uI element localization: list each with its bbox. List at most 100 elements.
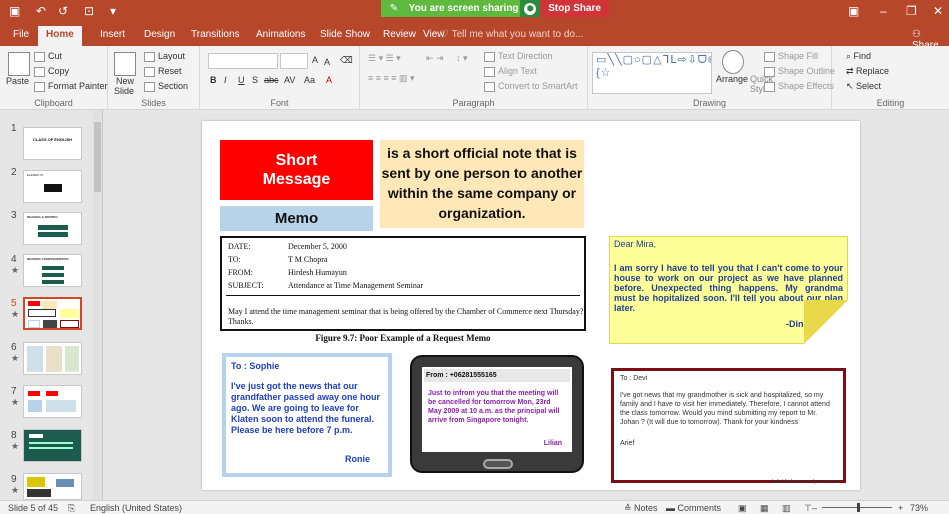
slide-thumbnail-1[interactable]: CLASS OF ENGLISH [23, 127, 82, 160]
find-button[interactable]: ⌕ Find [846, 51, 871, 62]
shadow-button[interactable]: S [252, 75, 258, 85]
new-slide-button[interactable]: New [116, 76, 134, 86]
redo-icon[interactable]: ↺ [58, 4, 68, 18]
cut-button[interactable]: Cut [34, 51, 62, 62]
short-message-box[interactable]: Short Message [220, 140, 373, 200]
shape-outline-button[interactable]: Shape Outline [764, 66, 835, 77]
line-spacing-icon[interactable]: ↕ ▾ [456, 53, 468, 64]
spellcheck-icon[interactable]: ⎘ [68, 503, 75, 514]
tab-insert[interactable]: Insert [100, 29, 125, 40]
close-icon[interactable]: ✕ [933, 4, 943, 18]
shield-icon[interactable]: ⬢ [524, 2, 537, 15]
arrange-button[interactable]: Arrange [716, 74, 748, 84]
zoom-in-icon[interactable]: + [898, 503, 903, 513]
quick-styles-icon[interactable] [722, 50, 744, 74]
clear-format-icon[interactable]: ⌫ [340, 55, 353, 66]
stop-share-button[interactable]: Stop Share [540, 0, 609, 17]
grow-font-button[interactable]: A [312, 55, 318, 65]
thumbnail-scrollbar[interactable] [93, 110, 102, 500]
sophie-recipient: To : Sophie [231, 361, 280, 371]
memo-label-box[interactable]: Memo [220, 206, 373, 231]
slide-thumbnail-5[interactable] [23, 297, 82, 330]
align-text-button[interactable]: Align Text [484, 66, 537, 77]
font-group-label: Font [270, 98, 289, 108]
pencil-icon[interactable]: ✎ [381, 0, 407, 17]
notes-button[interactable]: ≙ Notes [624, 503, 658, 514]
section-button[interactable]: Section [144, 81, 188, 92]
customize-qat-icon[interactable]: ▾ [110, 4, 116, 18]
slide-thumbnail-6[interactable] [23, 342, 82, 375]
align-icons[interactable]: ≡ ≡ ≡ ≡ ▥ ▾ [368, 73, 415, 84]
shrink-font-button[interactable]: A [324, 57, 330, 67]
tab-home[interactable]: Home [38, 26, 82, 46]
slide-thumbnail-9[interactable] [23, 473, 82, 500]
comments-button[interactable]: ▬ Comments [666, 503, 721, 513]
font-color-button[interactable]: A [326, 75, 332, 85]
shapes-gallery[interactable]: ▭╲╲▢○▢△ᒣᒪ⇨⇩ᗜ⌬⌒⌒(){☆ [592, 52, 712, 94]
slide-thumbnail-2[interactable]: ELEMENTS [23, 170, 82, 203]
thumb-shape [27, 489, 51, 497]
note-devi[interactable]: To : Devi I've got news that my grandmot… [611, 368, 846, 483]
devi-body: I've got news that my grandmother is sic… [620, 392, 830, 426]
strikethrough-button[interactable]: abc [264, 75, 279, 85]
tell-me-search[interactable]: ♡ Tell me what you want to do... [440, 29, 583, 40]
layout-button[interactable]: Layout [144, 51, 185, 62]
text-direction-button[interactable]: Text Direction [484, 51, 553, 62]
present-icon[interactable]: ⊡ [84, 4, 94, 18]
bullets-icon[interactable]: ☰ ▾ ☰ ▾ [368, 53, 401, 64]
tab-file[interactable]: File [13, 29, 29, 40]
restore-icon[interactable]: ❐ [906, 4, 917, 18]
definition-box[interactable]: is a short official note that is sent by… [380, 140, 584, 228]
tab-transitions[interactable]: Transitions [191, 29, 240, 40]
sticky-note-dinda[interactable]: Dear Mira, I am sorry I have to tell you… [609, 236, 848, 344]
undo-icon[interactable]: ↶ [36, 4, 46, 18]
paste-icon[interactable] [8, 52, 30, 76]
slide-thumbnail-7[interactable] [23, 385, 82, 418]
ribbon-display-icon[interactable]: ▣ [848, 4, 859, 18]
phone-screen: From : +06281555165 Just to infrom you t… [422, 367, 572, 452]
shape-fill-button[interactable]: Shape Fill [764, 51, 818, 62]
slide-thumbnail-4[interactable]: READING COMPREHENSION [23, 254, 82, 287]
tab-animations[interactable]: Animations [256, 29, 305, 40]
reading-view-icon[interactable]: ▥ [782, 503, 791, 514]
current-slide[interactable]: Short Message is a short official note t… [202, 121, 860, 490]
thumb-number: 9 [11, 474, 17, 485]
convert-smartart-button[interactable]: Convert to SmartArt [484, 81, 578, 92]
italic-button[interactable]: I [224, 75, 227, 85]
paste-button[interactable]: Paste [6, 76, 29, 86]
tab-design[interactable]: Design [144, 29, 175, 40]
zoom-slider-thumb[interactable] [857, 503, 860, 512]
reset-button[interactable]: Reset [144, 66, 182, 77]
zoom-out-icon[interactable]: – [812, 503, 817, 513]
tab-slide-show[interactable]: Slide Show [320, 29, 370, 40]
note-sophie[interactable]: To : Sophie I've just got the news that … [222, 353, 392, 477]
thumb-shape [38, 225, 68, 230]
save-icon[interactable]: ▣ [9, 4, 20, 18]
font-name-input[interactable] [208, 53, 278, 69]
slide-thumbnail-8[interactable] [23, 429, 82, 462]
phone-sms-image[interactable]: From : +06281555165 Just to infrom you t… [410, 355, 584, 473]
normal-view-icon[interactable]: ▣ [738, 503, 747, 514]
underline-button[interactable]: U [238, 75, 245, 85]
char-spacing-button[interactable]: AV [284, 75, 295, 85]
shape-effects-button[interactable]: Shape Effects [764, 81, 834, 92]
scrollbar-thumb[interactable] [94, 122, 101, 192]
change-case-button[interactable]: Aa [304, 75, 315, 85]
indent-icon[interactable]: ⇤ ⇥ [426, 53, 444, 64]
copy-button[interactable]: Copy [34, 66, 69, 77]
slideshow-icon[interactable]: ⊤ [804, 503, 812, 514]
new-slide-icon[interactable] [114, 52, 136, 76]
minimize-icon[interactable]: – [880, 4, 887, 18]
font-size-input[interactable] [280, 53, 308, 69]
zoom-level[interactable]: 73% [910, 503, 928, 513]
slide-thumbnail-3[interactable]: READING & WRITING [23, 212, 82, 245]
select-button[interactable]: ↖ Select [846, 81, 881, 92]
replace-button[interactable]: ⇄ Replace [846, 66, 889, 77]
tab-review[interactable]: Review [383, 29, 416, 40]
format-painter-button[interactable]: Format Painter [34, 81, 108, 92]
slide-thumbnail-pane: 1 CLASS OF ENGLISH 2 ELEMENTS 3 READING … [0, 110, 103, 500]
memo-document-image[interactable]: DATE: December 5, 2000 TO: T M Chopra FROM… [220, 236, 586, 331]
language-indicator[interactable]: English (United States) [90, 503, 182, 513]
slide-sorter-icon[interactable]: ▦ [760, 503, 769, 514]
bold-button[interactable]: B [210, 75, 217, 85]
